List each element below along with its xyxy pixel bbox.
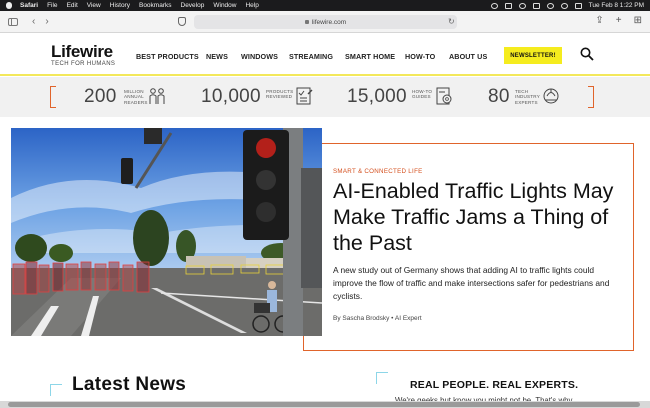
stat-experts-number: 80 bbox=[488, 86, 510, 107]
privacy-shield-icon[interactable] bbox=[178, 17, 186, 26]
macos-menubar: Safari File Edit View History Bookmarks … bbox=[0, 0, 650, 11]
site-tagline: TECH FOR HUMANS bbox=[51, 61, 116, 67]
horizontal-scrollbar[interactable] bbox=[0, 401, 650, 408]
reload-icon[interactable]: ↻ bbox=[448, 18, 455, 26]
experts-corner-accent bbox=[376, 372, 388, 384]
back-arrow-icon[interactable]: ‹ bbox=[32, 16, 35, 27]
site-logo[interactable]: Lifewire bbox=[51, 42, 113, 62]
menu-bookmarks[interactable]: Bookmarks bbox=[139, 2, 172, 9]
site-header: Lifewire TECH FOR HUMANS BEST PRODUCTS N… bbox=[0, 34, 650, 76]
stat-readers-number: 200 bbox=[84, 86, 117, 107]
readers-icon bbox=[149, 88, 165, 104]
mail-icon[interactable] bbox=[504, 2, 512, 9]
wifi-icon[interactable] bbox=[546, 2, 554, 9]
apple-icon[interactable] bbox=[6, 2, 12, 9]
url-text: lifewire.com bbox=[311, 18, 347, 26]
expert-icon bbox=[543, 88, 559, 104]
menu-history[interactable]: History bbox=[110, 2, 130, 9]
nav-windows[interactable]: WINDOWS bbox=[241, 52, 278, 61]
nav-smart-home[interactable]: SMART HOME bbox=[345, 52, 395, 61]
latest-news-heading: Latest News bbox=[72, 374, 187, 395]
sidebar-toggle-icon[interactable] bbox=[8, 17, 18, 26]
stats-bar: 200 MILLION ANNUAL READERS 10,000 PRODUC… bbox=[0, 77, 650, 117]
status-icon[interactable] bbox=[490, 2, 498, 9]
stat-readers-label: MILLION ANNUAL READERS bbox=[124, 89, 148, 105]
spotlight-icon[interactable] bbox=[560, 2, 568, 9]
airdrop-icon[interactable] bbox=[518, 2, 526, 9]
stat-products-number: 10,000 bbox=[201, 86, 261, 107]
menu-edit[interactable]: Edit bbox=[67, 2, 78, 9]
guide-icon bbox=[436, 87, 452, 105]
battery-icon[interactable] bbox=[532, 2, 540, 9]
scrollbar-thumb[interactable] bbox=[8, 402, 640, 407]
menu-app[interactable]: Safari bbox=[20, 2, 38, 9]
bracket-left bbox=[50, 86, 56, 108]
nav-how-to[interactable]: HOW-TO bbox=[405, 52, 435, 61]
newsletter-button[interactable]: NEWSLETTER! bbox=[504, 47, 562, 64]
browser-toolbar: ‹ › lifewire.com ↻ ⇪ + ⊞ bbox=[0, 11, 650, 33]
menu-develop[interactable]: Develop bbox=[181, 2, 205, 9]
hero-image[interactable] bbox=[11, 128, 322, 336]
menu-view[interactable]: View bbox=[87, 2, 101, 9]
nav-streaming[interactable]: STREAMING bbox=[289, 52, 333, 61]
forward-arrow-icon[interactable]: › bbox=[45, 16, 48, 27]
article-headline[interactable]: AI-Enabled Traffic Lights May Make Traff… bbox=[333, 178, 623, 256]
lock-icon bbox=[304, 20, 309, 24]
address-bar[interactable]: lifewire.com bbox=[194, 15, 457, 29]
tab-overview-icon[interactable]: ⊞ bbox=[634, 16, 642, 26]
stat-products-label: PRODUCTS REVIEWED bbox=[266, 89, 294, 100]
checklist-icon bbox=[296, 87, 313, 105]
new-tab-icon[interactable]: + bbox=[616, 16, 622, 26]
nav-best-products[interactable]: BEST PRODUCTS bbox=[136, 52, 199, 61]
menu-window[interactable]: Window bbox=[213, 2, 236, 9]
share-icon[interactable]: ⇪ bbox=[595, 16, 603, 26]
menu-file[interactable]: File bbox=[47, 2, 57, 9]
nav-news[interactable]: NEWS bbox=[206, 52, 228, 61]
article-byline[interactable]: By Sascha Brodsky • AI Expert bbox=[333, 315, 422, 322]
menu-help[interactable]: Help bbox=[245, 2, 258, 9]
search-icon[interactable] bbox=[580, 47, 594, 61]
toolbar-actions: ⇪ + ⊞ bbox=[595, 16, 642, 26]
article-category[interactable]: SMART & CONNECTED LIFE bbox=[333, 168, 423, 175]
stat-guides-number: 15,000 bbox=[347, 86, 407, 107]
nav-about-us[interactable]: ABOUT US bbox=[449, 52, 487, 61]
bracket-right bbox=[588, 86, 594, 108]
experts-heading: REAL PEOPLE. REAL EXPERTS. bbox=[410, 379, 579, 391]
article-summary: A new study out of Germany shows that ad… bbox=[333, 265, 610, 301]
latest-corner-accent bbox=[50, 384, 62, 396]
stat-guides-label: HOW-TO GUIDES bbox=[412, 89, 433, 100]
control-center-icon[interactable] bbox=[574, 2, 582, 9]
clock[interactable]: Tue Feb 8 1:22 PM bbox=[589, 2, 644, 9]
menubar-status: Tue Feb 8 1:22 PM bbox=[490, 2, 644, 9]
stat-experts-label: TECH INDUSTRY EXPERTS bbox=[515, 89, 540, 105]
